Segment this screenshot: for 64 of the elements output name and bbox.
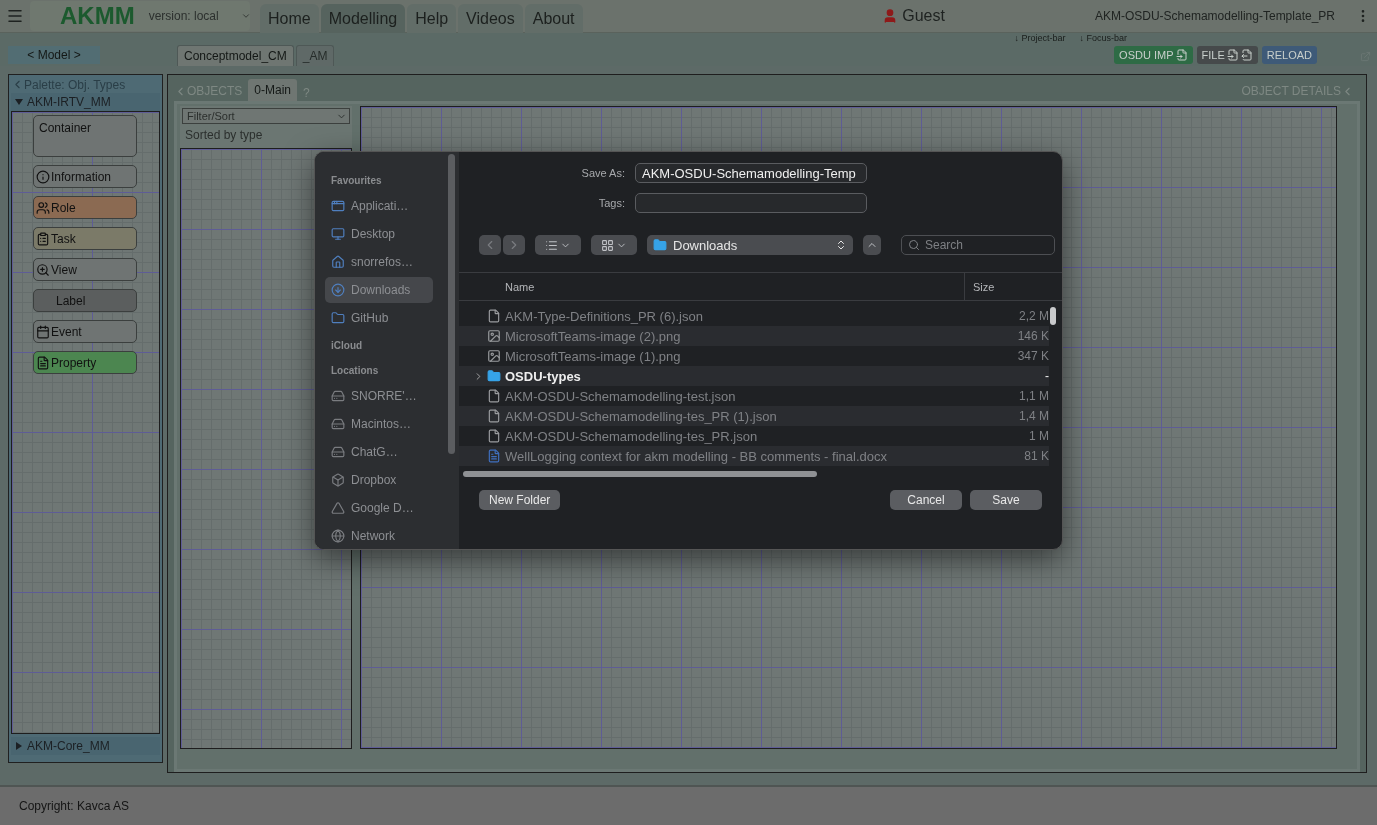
user-name: Guest — [902, 7, 945, 25]
new-folder-button[interactable]: New Folder — [479, 490, 561, 510]
palette-item[interactable]: Label — [33, 289, 137, 312]
tags-label: Tags: — [597, 197, 626, 209]
palette-group[interactable]: AKM-IRTV_MM — [11, 93, 160, 111]
sidebar-item[interactable]: Applicati… — [325, 193, 433, 219]
column-header[interactable]: Name — [459, 272, 964, 301]
sidebar-item[interactable]: Downloads — [325, 277, 433, 303]
sidebar-item[interactable]: Desktop — [325, 221, 433, 247]
palette-group[interactable]: AKM-Core_MM — [11, 737, 160, 755]
palette-item[interactable]: Information — [33, 165, 137, 188]
file-size: 1,1 M — [1019, 389, 1049, 403]
search-field[interactable]: Search — [901, 235, 1055, 255]
nav-tab[interactable]: Modelling — [320, 3, 406, 33]
action-button[interactable]: RELOAD — [1261, 46, 1317, 64]
sort-note: Sorted by type — [184, 127, 264, 144]
action-button[interactable]: FILE — [1196, 46, 1258, 64]
sidebar-item[interactable]: Network — [325, 523, 433, 549]
save-button[interactable]: Save — [970, 490, 1042, 510]
version-select[interactable]: version: local — [148, 9, 251, 23]
nav-tab[interactable]: Videos — [458, 3, 523, 33]
sidebar-item[interactable]: SNORRE'… — [325, 383, 433, 409]
sidebar-item[interactable]: GitHub — [325, 305, 433, 331]
file-name[interactable]: OSDU-types — [505, 368, 975, 384]
palette-item[interactable]: Property — [33, 351, 137, 374]
sidebar-heading: iCloud — [330, 339, 364, 353]
model-tab[interactable]: Conceptmodel_CM — [177, 45, 294, 66]
action-button[interactable]: OSDU IMP — [1114, 46, 1193, 64]
nav-tab[interactable]: Help — [407, 3, 457, 33]
file-size: 2,2 M — [1019, 309, 1049, 323]
bar-hint[interactable]: ↓ Focus-bar — [1079, 33, 1127, 44]
bar-hint[interactable]: ↓ Project-bar — [1014, 33, 1066, 44]
sidebar-heading: Favourites — [330, 174, 383, 188]
sidebar-item[interactable]: Google D… — [325, 495, 433, 521]
file-size: 1 M — [1029, 429, 1049, 443]
copyright-text: Copyright: Kavca AS — [19, 799, 130, 813]
diagram-tab[interactable]: 0-Main — [248, 79, 298, 101]
model-button[interactable]: < Model > — [8, 46, 100, 64]
save-as-field[interactable]: AKM-OSDU-Schemamodelling-Temp — [635, 163, 867, 183]
sidebar-item[interactable]: Dropbox — [325, 467, 433, 493]
sidebar-item[interactable]: Macintos… — [325, 411, 433, 437]
file-size: 1,4 M — [1019, 409, 1049, 423]
sidebar-heading: Locations — [330, 364, 380, 378]
location-select[interactable]: Downloads — [647, 235, 853, 255]
nav-tab[interactable]: About — [524, 3, 583, 33]
palette-item[interactable]: Event — [33, 320, 137, 343]
file-size: - — [1045, 369, 1049, 383]
file-size: 146 K — [1017, 329, 1049, 343]
save-as-label: Save As: — [580, 167, 626, 179]
file-size: 347 K — [1017, 349, 1049, 363]
palette-item[interactable]: Role — [33, 196, 137, 219]
column-header[interactable]: Size — [964, 272, 1060, 301]
palette-item[interactable]: View — [33, 258, 137, 281]
file-size: 81 K — [1024, 449, 1049, 463]
sidebar-item[interactable]: ChatG… — [325, 439, 433, 465]
app-logo: AKMM — [60, 2, 135, 30]
nav-tab[interactable]: Home — [260, 3, 319, 33]
model-tab[interactable]: _AM — [295, 45, 335, 66]
cancel-button[interactable]: Cancel — [890, 490, 962, 510]
sidebar-item[interactable]: snorrefos… — [325, 249, 433, 275]
project-title: AKM-OSDU-Schemamodelling-Template_PR — [1094, 9, 1335, 23]
filter-select[interactable]: Filter/Sort — [182, 108, 350, 124]
palette-item[interactable]: Task — [33, 227, 137, 250]
palette-item[interactable]: Container — [33, 115, 137, 157]
